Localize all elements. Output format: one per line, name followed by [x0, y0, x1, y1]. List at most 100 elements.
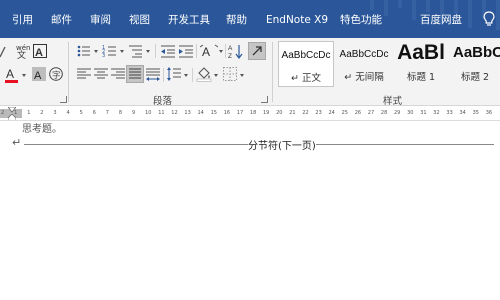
ruler-number: 11 — [158, 110, 165, 116]
ruler-number: 1 — [14, 110, 18, 116]
style-sample-text: AaBbCcDc — [281, 50, 331, 61]
ruler-number: 2 — [40, 110, 44, 116]
horizontal-ruler[interactable]: 2 1 1 2 3 4 5 6 7 8 9 10 11 12 13 14 15 16 17 18 19 20 21 22 23 2… — [0, 107, 500, 121]
justify-icon[interactable] — [126, 65, 144, 83]
numbering-icon[interactable]: 1 2 3 — [102, 43, 118, 59]
ruler-number: 10 — [145, 110, 152, 116]
bullets-dropdown-caret[interactable] — [94, 50, 98, 53]
ribbon-tab-bar: 引用 邮件 审阅 视图 开发工具 帮助 EndNote X9 特色功能 百度网盘 — [0, 0, 500, 38]
shading-dropdown-caret[interactable] — [214, 74, 218, 77]
increase-indent-icon[interactable] — [178, 43, 194, 59]
font-dialog-launcher[interactable] — [60, 96, 67, 103]
align-left-icon[interactable] — [76, 66, 92, 82]
ruler-number: 19 — [263, 110, 270, 116]
tab-bar-decoration — [300, 0, 500, 38]
align-center-icon[interactable] — [93, 66, 109, 82]
borders-dropdown-caret[interactable] — [240, 74, 244, 77]
paragraph-group-label: 段落 — [153, 96, 173, 107]
svg-text:文: 文 — [17, 49, 26, 59]
borders-icon[interactable] — [222, 66, 238, 82]
style-name-label: 标题 1 — [406, 72, 436, 83]
group-separator — [68, 42, 69, 102]
ruler-number: 18 — [249, 110, 257, 116]
line-spacing-dropdown-caret[interactable] — [184, 74, 188, 77]
styles-group-label: 样式 — [383, 96, 403, 107]
ruler-number: 36 — [485, 110, 493, 116]
show-marks-icon[interactable] — [248, 42, 266, 60]
toolbar-divider — [163, 68, 164, 82]
ruler-number: 4 — [66, 110, 70, 116]
distributed-icon[interactable] — [145, 66, 161, 82]
group-separator — [272, 42, 273, 102]
ruler-number: 12 — [171, 110, 178, 116]
shading-icon[interactable] — [196, 66, 212, 82]
tab-references[interactable]: 引用 — [12, 12, 33, 28]
numbering-dropdown-caret[interactable] — [120, 50, 124, 53]
lightbulb-icon[interactable] — [481, 10, 497, 28]
toolbar-divider — [192, 68, 193, 82]
svg-text:字: 字 — [52, 70, 61, 81]
character-border-icon[interactable]: A — [32, 43, 48, 59]
asian-layout-dropdown-caret[interactable] — [219, 50, 223, 53]
clear-formatting-partial-icon[interactable] — [0, 45, 8, 59]
style-no-spacing[interactable]: AaBbCcDc ↵ 无间隔 — [336, 41, 392, 87]
ruler-number: 7 — [105, 110, 109, 116]
ruler-number: 14 — [197, 110, 204, 116]
ruler-number: 9 — [132, 110, 136, 116]
bullets-icon[interactable] — [76, 43, 92, 59]
tab-help[interactable]: 帮助 — [226, 12, 247, 28]
tab-baidu-netdisk[interactable]: 百度网盘 — [420, 12, 462, 28]
character-shading-icon[interactable]: A — [31, 66, 47, 82]
ruler-number: 22 — [302, 110, 309, 116]
ruler-number: 27 — [367, 110, 375, 116]
document-partial-text[interactable]: 思考题。 — [22, 120, 62, 135]
ruler-number: 16 — [223, 110, 231, 116]
svg-text:A: A — [35, 47, 43, 59]
style-heading-2[interactable]: AaBbC 标题 2 — [450, 41, 500, 87]
style-sample-text: AaBl — [397, 41, 445, 64]
section-break-label: 分节符(下一页) — [248, 137, 316, 152]
svg-text:3: 3 — [102, 53, 105, 59]
style-sample-text: AaBbCcDc — [339, 49, 389, 60]
ruler-number: 20 — [276, 110, 283, 116]
phonetic-guide-icon[interactable]: wén 文 — [15, 43, 31, 59]
ruler-number: 25 — [341, 110, 348, 116]
ruler-number: 2 — [1, 110, 5, 116]
style-name-label: 标题 2 — [460, 72, 490, 83]
asian-layout-icon[interactable]: A — [200, 43, 218, 59]
ruler-number: 5 — [79, 110, 83, 116]
toolbar-divider — [155, 44, 156, 58]
ruler-number: 13 — [184, 110, 191, 116]
ruler-number: 21 — [289, 110, 296, 116]
document-page[interactable]: 思考题。 ↵ 分节符(下一页) — [0, 122, 500, 300]
svg-text:Z: Z — [228, 53, 232, 59]
tab-endnote[interactable]: EndNote X9 — [266, 12, 328, 28]
tab-view[interactable]: 视图 — [129, 12, 150, 28]
multilevel-list-dropdown-caret[interactable] — [146, 50, 150, 53]
sort-icon[interactable]: A Z — [228, 43, 244, 59]
enclose-characters-icon[interactable]: 字 — [48, 66, 64, 82]
ruler-number: 28 — [380, 110, 388, 116]
toolbar-divider — [225, 44, 226, 58]
paragraph-mark: ↵ — [12, 136, 22, 149]
line-spacing-icon[interactable] — [166, 66, 182, 82]
ruler-number: 23 — [315, 110, 322, 116]
ruler-number: 6 — [92, 110, 96, 116]
paragraph-dialog-launcher[interactable] — [261, 96, 268, 103]
svg-text:A: A — [202, 45, 210, 59]
tab-review[interactable]: 审阅 — [90, 12, 111, 28]
ruler-number: 30 — [407, 110, 414, 116]
multilevel-list-icon[interactable] — [128, 43, 144, 59]
ruler-number: 35 — [472, 110, 479, 116]
tab-mailings[interactable]: 邮件 — [51, 12, 72, 28]
ruler-number: 3 — [53, 110, 57, 116]
tab-developer[interactable]: 开发工具 — [168, 12, 210, 28]
style-sample-text: AaBbC — [453, 44, 500, 61]
tab-special-features[interactable]: 特色功能 — [340, 12, 382, 28]
align-right-icon[interactable] — [110, 66, 126, 82]
decrease-indent-icon[interactable] — [160, 43, 176, 59]
style-normal[interactable]: AaBbCcDc ↵ 正文 — [278, 41, 334, 87]
font-color-icon[interactable]: A — [4, 66, 20, 84]
style-heading-1[interactable]: AaBl 标题 1 — [393, 41, 449, 87]
font-color-dropdown-caret[interactable] — [22, 74, 26, 77]
